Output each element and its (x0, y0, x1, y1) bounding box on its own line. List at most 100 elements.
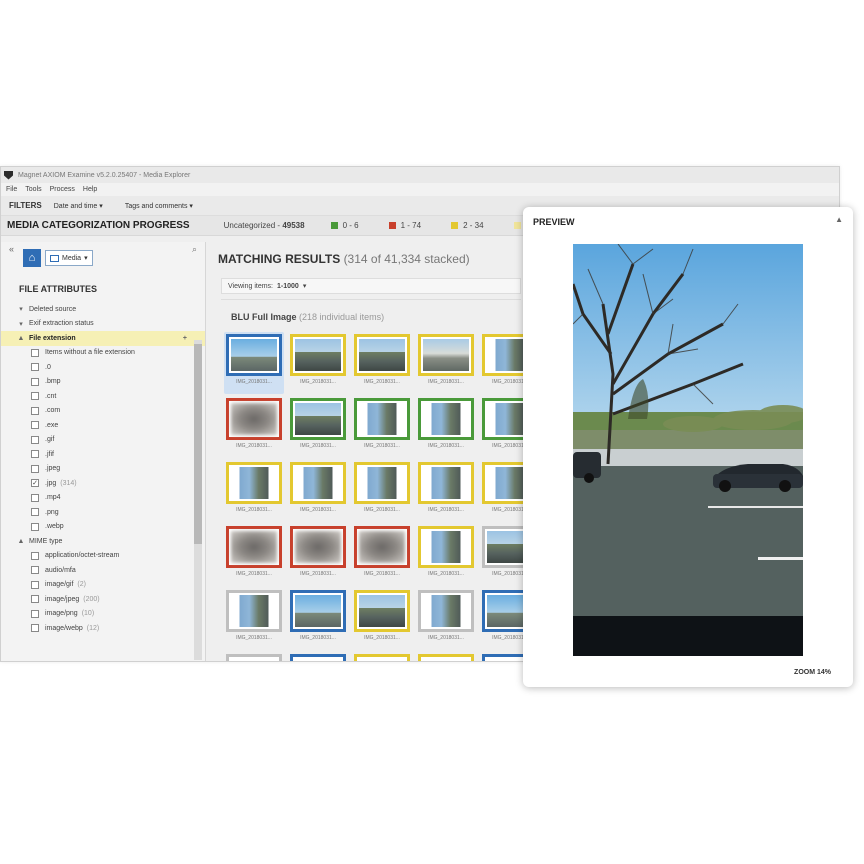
tree-item-label: .com (45, 407, 61, 415)
checkbox[interactable] (31, 435, 39, 444)
thumbnail-tile[interactable]: IMG_2018031... (288, 460, 348, 522)
menu-item-tools[interactable]: Tools (25, 186, 41, 193)
checkbox[interactable] (31, 406, 39, 415)
checkbox[interactable] (31, 522, 39, 531)
thumbnail-tile[interactable]: IMG_2018031... (224, 396, 284, 458)
thumbnail-tile[interactable]: IMG_2018031... (352, 332, 412, 394)
checkbox[interactable] (31, 595, 39, 604)
tree-item[interactable]: ✓ .jpg (314) (1, 476, 205, 491)
viewing-items-bar[interactable]: Viewing items: 1-1000 ▾ (221, 278, 521, 294)
sidebar-scrollbar[interactable] (194, 340, 202, 660)
checkbox[interactable] (31, 348, 39, 357)
tree-item[interactable]: .png (1, 505, 205, 520)
tree-item[interactable]: image/png (10) (1, 607, 205, 622)
tree-group-label: Exif extraction status (29, 320, 94, 328)
checkbox[interactable] (31, 493, 39, 502)
menu-item-file[interactable]: File (6, 186, 17, 193)
checkbox[interactable] (31, 363, 39, 372)
thumbnail-tile[interactable]: IMG_2018031... (224, 332, 284, 394)
tree-item[interactable]: Items without a file extension (1, 346, 205, 361)
tags-comments-filter-dropdown[interactable]: Tags and comments ▾ (125, 202, 193, 210)
thumbnail-tile[interactable] (352, 652, 412, 661)
tree-item[interactable]: .com (1, 404, 205, 419)
tree-item[interactable]: .cnt (1, 389, 205, 404)
thumbnail-tile[interactable]: IMG_2018031... (288, 396, 348, 458)
menu-bar: File Tools Process Help (1, 183, 839, 196)
thumbnail-tile[interactable]: IMG_2018031... (416, 332, 476, 394)
checkbox[interactable] (31, 580, 39, 589)
checkbox[interactable] (31, 609, 39, 618)
category-chip[interactable]: 0 - 6 (330, 221, 359, 230)
tree-item[interactable]: .bmp (1, 375, 205, 390)
thumbnail-image (290, 398, 346, 440)
thumbnail-tile[interactable]: IMG_2018031... (352, 460, 412, 522)
tree-item[interactable]: ▾ Deleted source (1, 302, 205, 317)
thumbnail-tile[interactable] (224, 652, 284, 661)
checkbox[interactable] (31, 551, 39, 560)
thumbnail-tile[interactable]: IMG_2018031... (416, 396, 476, 458)
thumbnail-image (290, 526, 346, 568)
tree-item[interactable]: .gif (1, 433, 205, 448)
uncategorized-count[interactable]: Uncategorized - 49538 (224, 221, 305, 230)
collapse-preview-icon[interactable]: ▲ (835, 215, 843, 224)
checkbox[interactable] (31, 566, 39, 575)
thumbnail-caption: IMG_2018031... (364, 635, 400, 641)
checkbox[interactable] (31, 624, 39, 633)
thumbnail-tile[interactable]: IMG_2018031... (352, 524, 412, 586)
thumbnail-tile[interactable]: IMG_2018031... (416, 524, 476, 586)
thumbnail-tile[interactable]: IMG_2018031... (352, 396, 412, 458)
tree-item[interactable]: .webp (1, 520, 205, 535)
tree-item[interactable]: ▾ Exif extraction status (1, 317, 205, 332)
chevron-down-icon[interactable]: ▾ (15, 320, 27, 328)
thumbnail-tile[interactable]: IMG_2018031... (288, 332, 348, 394)
tree-item[interactable]: image/jpeg (200) (1, 592, 205, 607)
tree-item[interactable]: .jpeg (1, 462, 205, 477)
menu-item-help[interactable]: Help (83, 186, 97, 193)
item-count: (12) (86, 624, 100, 632)
home-button[interactable]: ⌂ (23, 249, 41, 267)
plus-icon[interactable]: + (183, 335, 187, 342)
scrollbar-thumb[interactable] (194, 344, 202, 544)
category-chip[interactable]: 2 - 34 (451, 221, 484, 230)
thumbnail-tile[interactable]: IMG_2018031... (224, 588, 284, 650)
thumbnail-tile[interactable]: IMG_2018031... (416, 588, 476, 650)
thumbnail-tile[interactable]: IMG_2018031... (288, 588, 348, 650)
thumbnail-image (226, 398, 282, 440)
category-chip[interactable]: 1 - 74 (388, 221, 421, 230)
thumbnail-tile[interactable]: IMG_2018031... (416, 460, 476, 522)
search-icon[interactable]: ⌕ (192, 244, 197, 255)
tree-item[interactable]: ▲ MIME type (1, 534, 205, 549)
checkbox[interactable] (31, 392, 39, 401)
checkbox[interactable] (31, 450, 39, 459)
tree-item[interactable]: ▲ File extension + (1, 331, 205, 346)
thumbnail-tile[interactable]: IMG_2018031... (224, 460, 284, 522)
thumbnail-tile[interactable] (416, 652, 476, 661)
thumbnail-image (226, 654, 282, 661)
tree-item-label: .webp (45, 523, 64, 531)
chevron-up-icon[interactable]: ▲ (15, 538, 27, 545)
tree-item[interactable]: .exe (1, 418, 205, 433)
thumbnail-tile[interactable]: IMG_2018031... (224, 524, 284, 586)
checkbox[interactable] (31, 421, 39, 430)
tree-item[interactable]: .mp4 (1, 491, 205, 506)
tree-item[interactable]: audio/mfa (1, 563, 205, 578)
collapse-sidebar-icon[interactable]: « (9, 244, 14, 254)
tree-item[interactable]: application/octet-stream (1, 549, 205, 564)
tree-item[interactable]: .jfif (1, 447, 205, 462)
checkbox[interactable] (31, 508, 39, 517)
checkbox[interactable] (31, 377, 39, 386)
date-time-filter-dropdown[interactable]: Date and time ▾ (54, 202, 103, 210)
checkbox[interactable] (31, 464, 39, 473)
thumbnail-tile[interactable]: IMG_2018031... (352, 588, 412, 650)
chevron-down-icon[interactable]: ▾ (15, 305, 27, 313)
checkbox[interactable]: ✓ (31, 479, 39, 488)
thumbnail-tile[interactable]: IMG_2018031... (288, 524, 348, 586)
menu-item-process[interactable]: Process (50, 186, 75, 193)
tree-item[interactable]: image/gif (2) (1, 578, 205, 593)
media-type-dropdown[interactable]: Media ▾ (45, 250, 93, 266)
thumbnail-caption: IMG_2018031... (364, 379, 400, 385)
chevron-up-icon[interactable]: ▲ (15, 335, 27, 342)
tree-item[interactable]: .0 (1, 360, 205, 375)
tree-item[interactable]: image/webp (12) (1, 621, 205, 636)
thumbnail-tile[interactable] (288, 652, 348, 661)
